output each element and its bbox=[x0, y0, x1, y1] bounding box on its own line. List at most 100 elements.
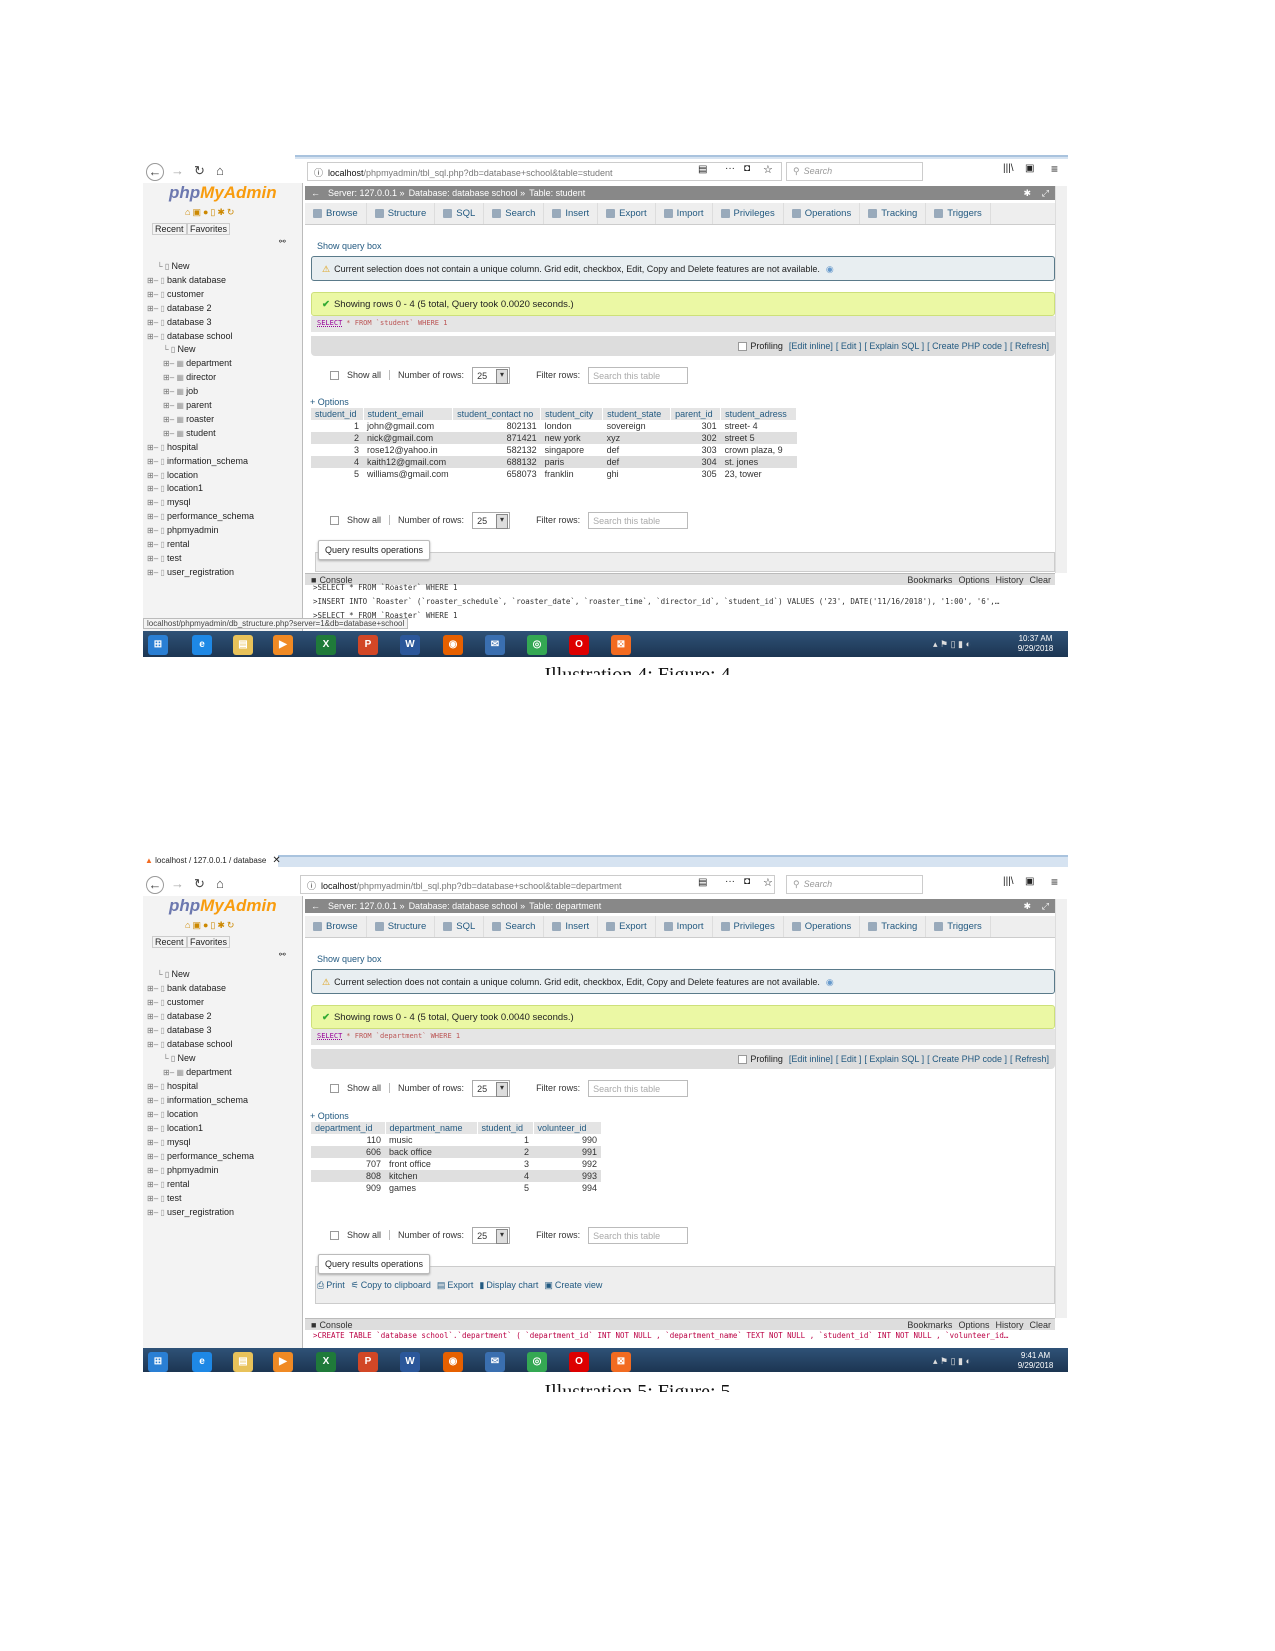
sidebar-tree-item[interactable]: ⊞– ▦ roaster bbox=[147, 414, 301, 427]
tab-browse[interactable]: Browse bbox=[305, 916, 367, 937]
sidebar-tree-item[interactable]: ⊞– ▯ location1 bbox=[147, 1123, 301, 1136]
profiling-link[interactable]: [ Explain SQL ] bbox=[864, 341, 924, 351]
expand-icon[interactable]: ⊞– bbox=[147, 1138, 160, 1147]
expand-icon[interactable]: ⊞– bbox=[147, 484, 160, 493]
browser-search-box[interactable]: ⚲ Search bbox=[786, 875, 923, 894]
profiling-checkbox[interactable] bbox=[738, 342, 748, 352]
phpmyadmin-logo[interactable]: phpMyAdmin bbox=[169, 183, 277, 203]
expand-icon[interactable]: ⊞– bbox=[163, 1068, 176, 1077]
help-icon[interactable]: ● bbox=[203, 207, 208, 217]
back-button[interactable]: ← bbox=[146, 163, 164, 181]
sidebar-tree-item[interactable]: ⊞– ▯ rental bbox=[147, 539, 301, 552]
sidebar-tree-item[interactable]: ⊞– ▯ customer bbox=[147, 289, 301, 302]
number-of-rows-select[interactable]: 25 bbox=[472, 1079, 511, 1097]
reload-icon[interactable]: ↻ bbox=[227, 920, 235, 930]
help-icon[interactable]: ◉ bbox=[826, 977, 834, 987]
sidebar-tree-item[interactable]: ⊞– ▯ information_schema bbox=[147, 1095, 301, 1108]
sidebar-tree-item[interactable]: ⊞– ▯ database school bbox=[147, 1039, 301, 1052]
sidebar-tree-item[interactable]: ⊞– ▯ database 3 bbox=[147, 1025, 301, 1038]
column-header-student_id[interactable]: student_id bbox=[477, 1122, 534, 1134]
sidebar-tree-item[interactable]: ⊞– ▯ database school bbox=[147, 331, 301, 344]
breadcrumb-server[interactable]: Server: 127.0.0.1 » bbox=[328, 901, 405, 911]
reload-button[interactable]: ↻ bbox=[194, 163, 205, 179]
home-button[interactable]: ⌂ bbox=[216, 163, 224, 178]
tab-triggers[interactable]: Triggers bbox=[926, 203, 991, 224]
expand-icon[interactable]: ⊞– bbox=[147, 1194, 160, 1203]
media-player-icon[interactable]: ▶ bbox=[273, 1352, 293, 1372]
operation-link[interactable]: Create view bbox=[555, 1280, 603, 1290]
sidebar-toggle-icon[interactable]: ▣ bbox=[1025, 876, 1034, 887]
sidebar-tree-item[interactable]: ⊞– ▯ performance_schema bbox=[147, 511, 301, 524]
filter-rows-input[interactable]: Search this table bbox=[588, 1079, 689, 1097]
expand-icon[interactable]: ⊞– bbox=[147, 318, 160, 327]
expand-icon[interactable]: ⊞– bbox=[147, 1124, 160, 1133]
column-header-student_email[interactable]: student_email bbox=[363, 408, 454, 420]
tab-browse[interactable]: Browse bbox=[305, 203, 367, 224]
expand-icon[interactable]: ⊞– bbox=[163, 387, 176, 396]
tab-privileges[interactable]: Privileges bbox=[713, 916, 784, 937]
console-link-options[interactable]: Options bbox=[958, 1320, 989, 1330]
expand-icon[interactable]: ⊞– bbox=[147, 984, 160, 993]
reload-icon[interactable]: ↻ bbox=[227, 207, 235, 217]
xampp-icon[interactable]: ⊠ bbox=[611, 1352, 631, 1372]
column-header-student_adress[interactable]: student_adress bbox=[720, 408, 798, 420]
show-query-box-link[interactable]: Show query box bbox=[317, 954, 382, 964]
recent-tab[interactable]: Recent bbox=[152, 223, 187, 235]
start-orb-icon[interactable]: ⊞ bbox=[148, 1352, 168, 1372]
home-icon[interactable]: ⌂ bbox=[185, 920, 190, 930]
docs-icon[interactable]: ▯ bbox=[210, 207, 215, 217]
maximize-icon[interactable]: ⤢ bbox=[1042, 188, 1049, 199]
expand-icon[interactable]: ⊞– bbox=[163, 359, 176, 368]
page-actions-icon[interactable]: ··· bbox=[725, 163, 735, 174]
column-header-parent_id[interactable]: parent_id bbox=[670, 408, 722, 420]
profiling-link[interactable]: [ Create PHP code ] bbox=[927, 1054, 1007, 1064]
address-bar[interactable]: ⓘ localhost/phpmyadmin/tbl_sql.php?db=dat… bbox=[307, 162, 782, 181]
show-query-box-link[interactable]: Show query box bbox=[317, 241, 382, 251]
expand-icon[interactable]: ⊞– bbox=[147, 1012, 160, 1021]
profiling-link[interactable]: [ Edit ] bbox=[836, 1054, 862, 1064]
tab-sql[interactable]: SQL bbox=[435, 916, 485, 937]
column-header-volunteer_id[interactable]: volunteer_id bbox=[533, 1122, 602, 1134]
new-icon[interactable]: └ ▯ bbox=[163, 1054, 178, 1063]
expand-icon[interactable]: ⊞– bbox=[147, 1110, 160, 1119]
profiling-link[interactable]: [ Explain SQL ] bbox=[864, 1054, 924, 1064]
tab-structure[interactable]: Structure bbox=[367, 203, 436, 224]
expand-icon[interactable]: ⊞– bbox=[147, 1096, 160, 1105]
taskbar-clock[interactable]: 9:41 AM 9/29/2018 bbox=[1013, 1351, 1058, 1371]
operation-link[interactable]: Print bbox=[326, 1280, 345, 1290]
column-header-department_id[interactable]: department_id bbox=[311, 1122, 386, 1134]
sidebar-tree-item[interactable]: ⊞– ▦ parent bbox=[147, 400, 301, 413]
collapse-icon[interactable]: ← bbox=[311, 188, 320, 198]
sql-keyword[interactable]: SELECT bbox=[317, 1032, 342, 1040]
phpmyadmin-logo[interactable]: phpMyAdmin bbox=[169, 896, 277, 916]
expand-icon[interactable]: ⊞– bbox=[147, 1166, 160, 1175]
breadcrumb-database[interactable]: Database: database school » bbox=[409, 188, 526, 198]
library-icon[interactable]: |||\ bbox=[1003, 876, 1014, 887]
sidebar-tree-item[interactable]: ⊞– ▦ department bbox=[147, 1067, 301, 1080]
tab-sql[interactable]: SQL bbox=[435, 203, 485, 224]
tab-insert[interactable]: Insert bbox=[544, 203, 599, 224]
breadcrumb-table[interactable]: Table: department bbox=[529, 901, 601, 911]
sidebar-tree-item[interactable]: ⊞– ▯ test bbox=[147, 553, 301, 566]
breadcrumb-table[interactable]: Table: student bbox=[529, 188, 585, 198]
sidebar-tree-item[interactable]: ⊞– ▯ location bbox=[147, 470, 301, 483]
forward-button[interactable]: → bbox=[171, 163, 184, 178]
profiling-link[interactable]: [ Refresh] bbox=[1010, 1054, 1049, 1064]
library-icon[interactable]: |||\ bbox=[1003, 163, 1014, 174]
console-link-bookmarks[interactable]: Bookmarks bbox=[907, 1320, 952, 1330]
powerpoint-icon[interactable]: P bbox=[358, 1352, 378, 1372]
sidebar-tree-item[interactable]: ⊞– ▯ bank database bbox=[147, 275, 301, 288]
menu-icon[interactable]: ≡ bbox=[1051, 162, 1058, 176]
sidebar-tree-item[interactable]: └ ▯ New bbox=[147, 969, 301, 982]
chrome-icon[interactable]: ◎ bbox=[527, 1352, 547, 1372]
operation-link[interactable]: Export bbox=[447, 1280, 473, 1290]
page-actions-icon[interactable]: ··· bbox=[725, 876, 735, 887]
expand-icon[interactable]: ⊞– bbox=[147, 540, 160, 549]
sidebar-tree-item[interactable]: ⊞– ▯ database 2 bbox=[147, 1011, 301, 1024]
sidebar-tree-item[interactable]: ⊞– ▯ bank database bbox=[147, 983, 301, 996]
sidebar-tree-item[interactable]: └ ▯ New bbox=[147, 1053, 301, 1066]
internet-explorer-icon[interactable]: e bbox=[192, 635, 212, 655]
back-button[interactable]: ← bbox=[146, 876, 164, 894]
new-icon[interactable]: └ ▯ bbox=[157, 970, 172, 979]
help-icon[interactable]: ◉ bbox=[826, 264, 834, 274]
